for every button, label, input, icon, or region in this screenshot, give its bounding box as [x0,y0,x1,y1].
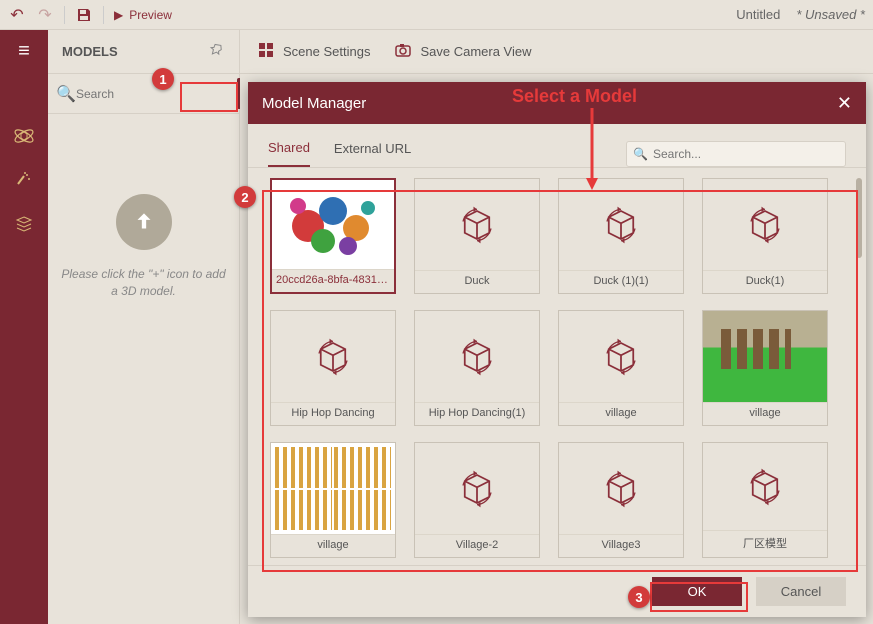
annotation-step-2: 2 [234,186,256,208]
tab-shared[interactable]: Shared [268,140,310,167]
nav-rail: ≡ [0,30,48,624]
modal-search-input[interactable] [626,141,846,167]
model-card-label: Hip Hop Dancing [271,402,395,425]
model-card[interactable]: Village3 [558,442,684,558]
menu-icon[interactable]: ≡ [18,40,30,63]
annotation-step-3: 3 [628,586,650,608]
model-card-label: 厂区模型 [703,530,827,557]
model-thumbnail [271,311,395,402]
scene-settings-icon [257,41,275,62]
model-thumbnail [559,311,683,402]
save-camera-button[interactable]: Save Camera View [394,41,531,62]
search-icon: 🔍 [633,147,648,161]
modal-footer: OK Cancel [248,565,866,617]
panel-title: MODELS [62,44,118,59]
modal-header: Model Manager ✕ [248,82,866,124]
modal-tabs: Shared External URL 🔍 [248,124,866,168]
model-card-label: Hip Hop Dancing(1) [415,402,539,425]
model-card-label: Village-2 [415,534,539,557]
model-card[interactable]: Village-2 [414,442,540,558]
layers-nav-icon[interactable] [11,211,37,237]
model-card[interactable]: 厂区模型 [702,442,828,558]
panel-empty-message: Please click the "+" icon to add a 3D mo… [48,266,239,300]
model-card[interactable]: village [702,310,828,426]
models-panel: MODELS 🔍 ＋ Add Please click the "+" icon… [48,30,240,624]
model-card[interactable]: Duck [414,178,540,294]
modal-title: Model Manager [262,95,366,112]
search-icon: 🔍 [56,84,76,104]
model-thumbnail [703,443,827,530]
model-card[interactable]: Hip Hop Dancing(1) [414,310,540,426]
model-thumbnail [272,180,394,269]
model-grid: 20ccd26a-8bfa-4831-ab82-... Duck Duck (1)(… [270,178,856,558]
ok-button[interactable]: OK [652,577,742,606]
model-card[interactable]: village [558,310,684,426]
panel-search-row: 🔍 ＋ Add [48,74,239,114]
panel-search-input[interactable] [48,79,237,109]
preview-button[interactable]: ▶ Preview [114,8,172,22]
models-nav-icon[interactable] [11,123,37,149]
model-thumbnail [703,311,827,402]
model-thumbnail [415,311,539,402]
model-card[interactable]: 20ccd26a-8bfa-4831-ab82-... [270,178,396,294]
annotation-step-1: 1 [152,68,174,90]
model-thumbnail [415,443,539,534]
model-thumbnail [415,179,539,270]
document-title: Untitled [736,7,780,22]
save-icon[interactable] [75,6,93,24]
play-icon: ▶ [114,8,123,22]
pin-icon[interactable] [209,42,225,61]
document-status: * Unsaved * [796,7,865,22]
model-thumbnail [559,179,683,270]
model-card-label: Village3 [559,534,683,557]
model-thumbnail [559,443,683,534]
effects-nav-icon[interactable] [11,167,37,193]
model-thumbnail [703,179,827,270]
upload-placeholder-icon [116,194,172,250]
model-card-label: Duck [415,270,539,293]
model-manager-modal: Model Manager ✕ Shared External URL 🔍 20… [248,82,866,617]
model-card[interactable]: Duck(1) [702,178,828,294]
model-card-label: Duck (1)(1) [559,270,683,293]
redo-icon[interactable]: ↷ [36,6,54,24]
tab-external-url[interactable]: External URL [334,141,411,166]
model-card[interactable]: village [270,442,396,558]
model-thumbnail [271,443,395,534]
model-card-label: Duck(1) [703,270,827,293]
scrollbar[interactable] [856,178,862,258]
model-card[interactable]: Duck (1)(1) [558,178,684,294]
undo-icon[interactable]: ↶ [8,6,26,24]
top-toolbar: ↶ ↷ ▶ Preview Untitled * Unsaved * [0,0,873,30]
close-icon[interactable]: ✕ [837,93,852,114]
model-card[interactable]: Hip Hop Dancing [270,310,396,426]
model-card-label: village [703,402,827,425]
camera-icon [394,41,412,62]
model-card-label: village [559,402,683,425]
cancel-button[interactable]: Cancel [756,577,846,606]
model-card-label: village [271,534,395,557]
scene-settings-button[interactable]: Scene Settings [257,41,370,62]
secondary-toolbar: Scene Settings Save Camera View [239,30,873,74]
model-card-label: 20ccd26a-8bfa-4831-ab82-... [272,269,394,292]
scene-settings-label: Scene Settings [283,44,370,59]
preview-label: Preview [129,8,172,22]
save-camera-label: Save Camera View [420,44,531,59]
